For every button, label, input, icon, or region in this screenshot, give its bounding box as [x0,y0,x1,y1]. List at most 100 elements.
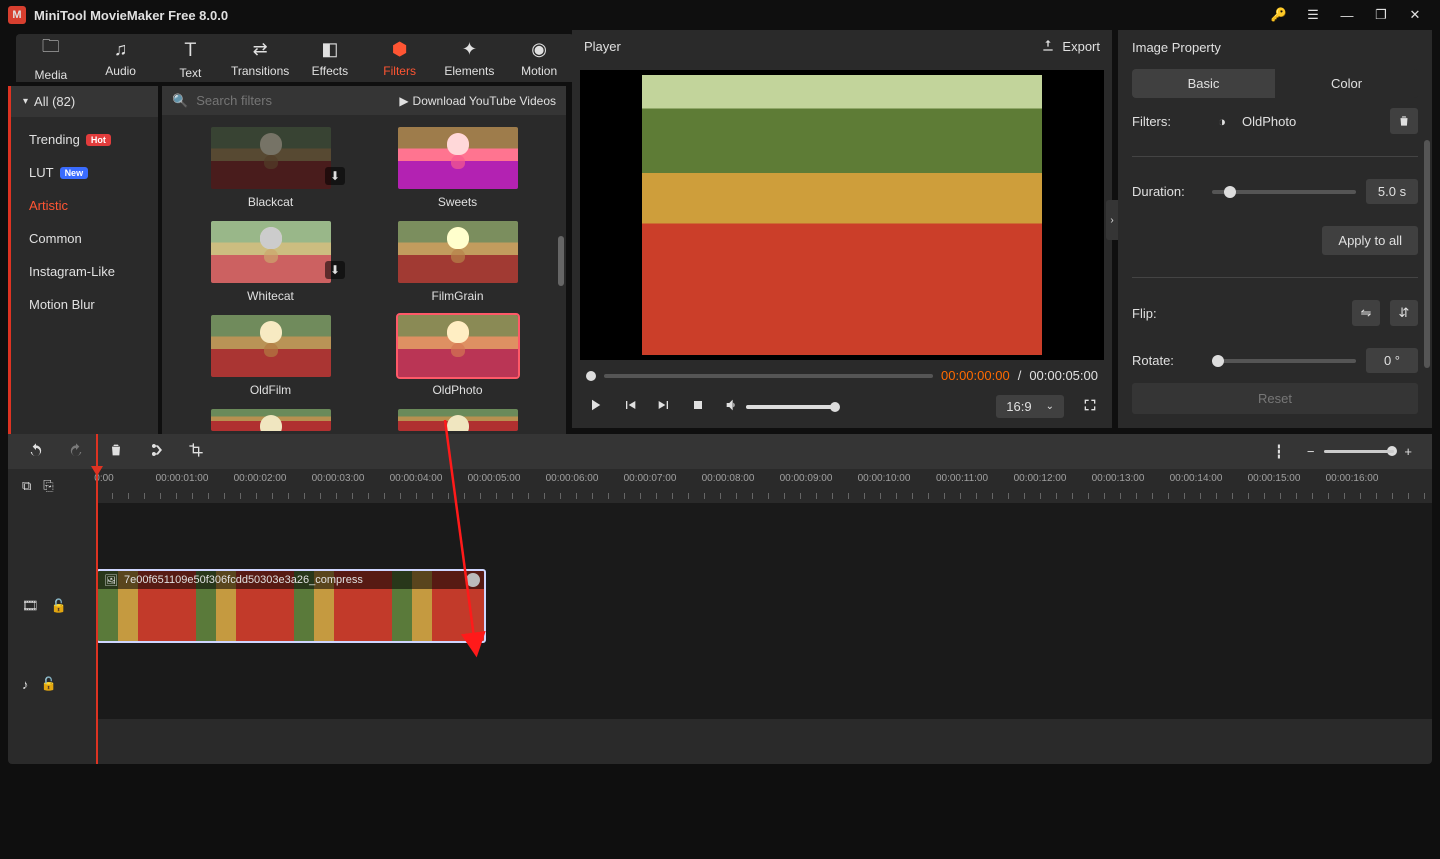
seek-bar[interactable] [604,374,933,378]
clip-filter-indicator [466,573,480,587]
aspect-select[interactable]: 16:9 ⌄ [996,395,1064,418]
category-artistic[interactable]: Artistic [11,189,158,222]
seek-handle[interactable] [586,371,596,381]
panel-collapse-handle[interactable]: › [1106,200,1118,240]
category-motionblur[interactable]: Motion Blur [11,288,158,321]
filter-thumb-oldphoto[interactable]: OldPhoto [379,315,536,397]
close-icon[interactable]: ✕ [1398,7,1432,23]
scrollbar[interactable] [558,236,564,286]
filter-value: OldPhoto [1242,114,1296,129]
search-input[interactable] [194,92,393,109]
search-icon: 🔍 [172,93,188,109]
play-button[interactable] [586,396,604,417]
filter-thumb-partial[interactable] [379,409,536,431]
minimize-icon[interactable]: — [1330,8,1364,23]
property-scrollbar[interactable] [1424,140,1430,368]
maximize-icon[interactable]: ❐ [1364,7,1398,23]
tab-color[interactable]: Color [1275,69,1418,98]
folder-icon: 🗀 [42,34,60,64]
export-icon [1040,38,1056,54]
tab-audio-label: Audio [105,64,136,78]
category-motionblur-label: Motion Blur [29,297,95,312]
reset-button[interactable]: Reset [1132,383,1418,414]
category-all[interactable]: ▾ All (82) [11,86,158,117]
tab-transitions[interactable]: ⇄Transitions [225,34,295,82]
next-button[interactable] [656,397,672,416]
motion-icon: ◉ [531,39,547,60]
filters-label: Filters: [1132,114,1202,129]
tab-media[interactable]: 🗀 Media [16,34,86,82]
video-track[interactable]: 🖼 7e00f651109e50f306fcdd50303e3a26_compr… [96,563,1432,649]
auto-cut-button[interactable]: ┇ [1275,444,1283,460]
audio-track[interactable] [96,649,1432,719]
tab-basic[interactable]: Basic [1132,69,1275,98]
tab-audio[interactable]: ♫Audio [86,34,156,82]
filter-thumb-filmgrain[interactable]: FilmGrain [379,221,536,303]
filter-thumb-image [398,221,518,283]
flip-vertical-button[interactable]: ⇵ [1390,300,1418,326]
filter-thumb-partial[interactable] [192,409,349,431]
undo-button[interactable] [28,442,44,461]
filter-thumb-whitecat[interactable]: ⬇Whitecat [192,221,349,303]
timeline-ruler[interactable]: 0:0000:00:01:0000:00:02:0000:00:03:0000:… [96,469,1432,503]
filters-icon: ⬢ [392,39,408,60]
download-icon[interactable]: ⬇ [325,167,345,185]
download-icon[interactable]: ⬇ [325,261,345,279]
timeline-clip[interactable]: 🖼 7e00f651109e50f306fcdd50303e3a26_compr… [96,569,486,643]
menu-icon[interactable]: ☰ [1296,7,1330,23]
ruler-tick: 00:00:13:00 [1092,473,1145,484]
playhead[interactable] [96,434,98,764]
tab-media-label: Media [35,68,68,82]
flip-horizontal-button[interactable]: ⇋ [1352,300,1380,326]
key-icon[interactable]: 🔑 [1262,7,1296,23]
redo-button[interactable] [68,442,84,461]
delete-button[interactable] [108,442,124,461]
lock-icon[interactable]: 🔓 [51,598,67,614]
export-button[interactable]: Export [1040,38,1100,54]
duration-value: 5.0 s [1366,179,1418,204]
tab-transitions-label: Transitions [231,64,289,78]
duration-slider[interactable] [1212,190,1356,194]
category-common-label: Common [29,231,82,246]
download-youtube-label: Download YouTube Videos [413,94,556,108]
audio-track-icon: ♪ [22,677,29,692]
category-common[interactable]: Common [11,222,158,255]
zoom-out-button[interactable]: − [1307,444,1315,459]
tab-text[interactable]: ＴText [156,34,226,82]
paste-icon[interactable]: ⎘ [43,478,53,494]
rotate-slider[interactable] [1212,359,1356,363]
stop-button[interactable] [690,397,706,416]
filter-thumb-blackcat[interactable]: ⬇ Blackcat [192,127,349,209]
tab-filters[interactable]: ⬢Filters [365,34,435,82]
property-title: Image Property [1118,30,1432,65]
category-lut-label: LUT [29,165,54,180]
fullscreen-button[interactable] [1082,397,1098,416]
filter-thumb-label: Blackcat [248,195,293,209]
tab-motion[interactable]: ◉Motion [504,34,574,82]
tab-effects[interactable]: ◧Effects [295,34,365,82]
volume-slider[interactable] [746,405,836,409]
ruler-tick: 00:00:08:00 [702,473,755,484]
filter-thumb-label: FilmGrain [431,289,483,303]
lock-icon[interactable]: 🔓 [41,676,57,692]
volume-icon[interactable] [724,397,740,416]
crop-button[interactable] [188,442,204,461]
filter-categories: ▾ All (82) TrendingHot LUTNew Artistic C… [8,86,158,443]
filter-thumb-sweets[interactable]: Sweets [379,127,536,209]
category-instagram[interactable]: Instagram-Like [11,255,158,288]
filter-thumbnails: 🔍 ▶ Download YouTube Videos ⬇ Blackcat Swe… [162,86,566,443]
tab-elements[interactable]: ✦Elements [435,34,505,82]
category-lut[interactable]: LUTNew [11,156,158,189]
prev-button[interactable] [622,397,638,416]
player-viewport[interactable] [580,70,1104,360]
category-trending[interactable]: TrendingHot [11,123,158,156]
zoom-slider[interactable] [1324,450,1394,453]
delete-filter-button[interactable] [1390,108,1418,134]
copy-icon[interactable]: ⧉ [22,478,31,494]
category-instagram-label: Instagram-Like [29,264,115,279]
download-youtube-link[interactable]: ▶ Download YouTube Videos [399,94,556,108]
split-button[interactable] [148,442,164,461]
filter-thumb-oldfilm[interactable]: OldFilm [192,315,349,397]
apply-to-all-button[interactable]: Apply to all [1322,226,1418,255]
zoom-in-button[interactable]: + [1404,444,1412,459]
